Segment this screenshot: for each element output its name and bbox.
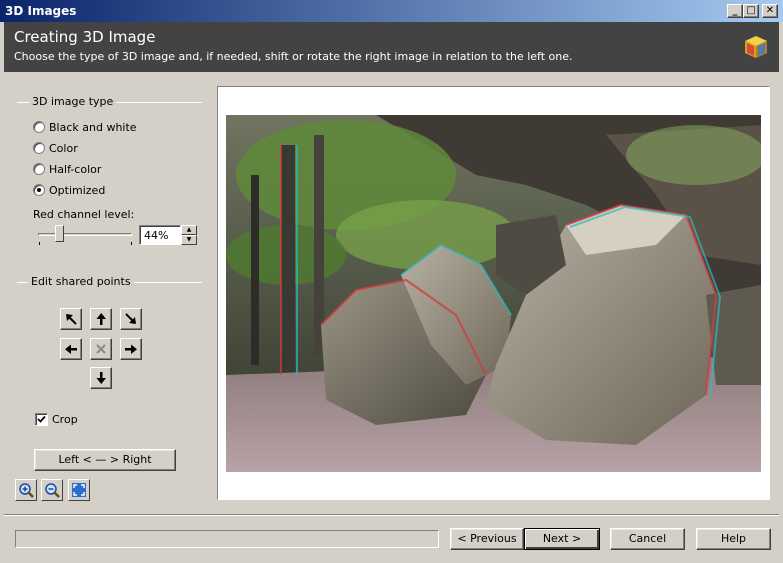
zoom-in-button[interactable] (15, 479, 37, 501)
radio-optimized[interactable]: Optimized (33, 182, 105, 198)
red-channel-spinner: ▲ ▼ (181, 225, 197, 245)
crop-checkbox-row[interactable]: Crop (35, 411, 78, 427)
page-title: Creating 3D Image (14, 28, 156, 46)
window-title: 3D Images (5, 4, 77, 18)
radio-black-and-white-label: Black and white (49, 120, 137, 134)
previous-button[interactable]: < Previous (450, 528, 524, 550)
red-channel-slider-track[interactable] (38, 233, 132, 236)
rotate-right-icon (125, 313, 136, 324)
fit-window-icon (72, 483, 86, 497)
minimize-icon: _ (732, 5, 738, 16)
shared-points-group-label: Edit shared points (28, 275, 134, 288)
radio-half-color-indicator[interactable] (33, 163, 45, 175)
reset-x-icon (96, 344, 106, 354)
move-up-button[interactable] (90, 308, 112, 330)
spin-up-button[interactable]: ▲ (181, 225, 197, 235)
radio-black-and-white[interactable]: Black and white (33, 119, 137, 135)
slider-tick (39, 242, 40, 245)
checkmark-icon (37, 415, 46, 423)
zoom-out-button[interactable] (41, 479, 63, 501)
zoom-in-icon (19, 483, 34, 498)
red-channel-value-input[interactable]: 44% (139, 225, 181, 245)
page-subtitle: Choose the type of 3D image and, if need… (14, 50, 573, 63)
radio-color[interactable]: Color (33, 140, 78, 156)
image-type-group: 3D image type (17, 95, 202, 109)
maximize-icon: □ (746, 5, 756, 16)
footer-separator (4, 514, 779, 516)
swap-left-right-button[interactable]: Left < — > Right (34, 449, 176, 471)
radio-optimized-label: Optimized (49, 183, 106, 197)
shared-points-group: Edit shared points (17, 275, 202, 289)
window-titlebar: 3D Images _ □ ✕ (0, 0, 783, 22)
close-icon: ✕ (765, 5, 775, 16)
rotate-left-button[interactable] (60, 308, 82, 330)
move-left-button[interactable] (60, 338, 82, 360)
spin-down-button[interactable]: ▼ (181, 235, 197, 245)
3d-cube-icon (745, 36, 767, 58)
next-button[interactable]: Next > (524, 528, 600, 550)
red-channel-slider-thumb[interactable] (55, 225, 65, 242)
progress-bar (15, 530, 439, 548)
close-button[interactable]: ✕ (762, 4, 778, 18)
maximize-button[interactable]: □ (743, 4, 759, 18)
rotate-right-button[interactable] (120, 308, 142, 330)
rotate-left-icon (66, 314, 77, 325)
arrow-down-icon (96, 372, 106, 384)
move-down-button[interactable] (90, 367, 112, 389)
radio-half-color-label: Half-color (49, 162, 102, 176)
radio-color-indicator[interactable] (33, 142, 45, 154)
zoom-out-icon (45, 483, 60, 498)
radio-optimized-indicator[interactable] (33, 184, 45, 196)
slider-tick (131, 242, 132, 245)
image-type-group-label: 3D image type (29, 95, 117, 108)
radio-half-color[interactable]: Half-color (33, 161, 101, 177)
cancel-button[interactable]: Cancel (610, 528, 685, 550)
help-button[interactable]: Help (696, 528, 771, 550)
anaglyph-photo (226, 115, 761, 472)
move-right-button[interactable] (120, 338, 142, 360)
arrow-right-icon (125, 344, 137, 354)
arrow-left-icon (65, 344, 77, 354)
radio-black-and-white-indicator[interactable] (33, 121, 45, 133)
fit-window-button[interactable] (68, 479, 90, 501)
reset-points-button[interactable] (90, 338, 112, 360)
minimize-button[interactable]: _ (727, 4, 743, 18)
crop-checkbox[interactable] (35, 412, 48, 426)
wizard-header: Creating 3D Image Choose the type of 3D … (4, 22, 779, 72)
anaglyph-preview-image (226, 115, 761, 472)
arrow-up-icon (96, 313, 106, 325)
radio-color-label: Color (49, 141, 78, 155)
red-channel-label: Red channel level: (33, 208, 135, 221)
crop-label: Crop (52, 412, 78, 426)
